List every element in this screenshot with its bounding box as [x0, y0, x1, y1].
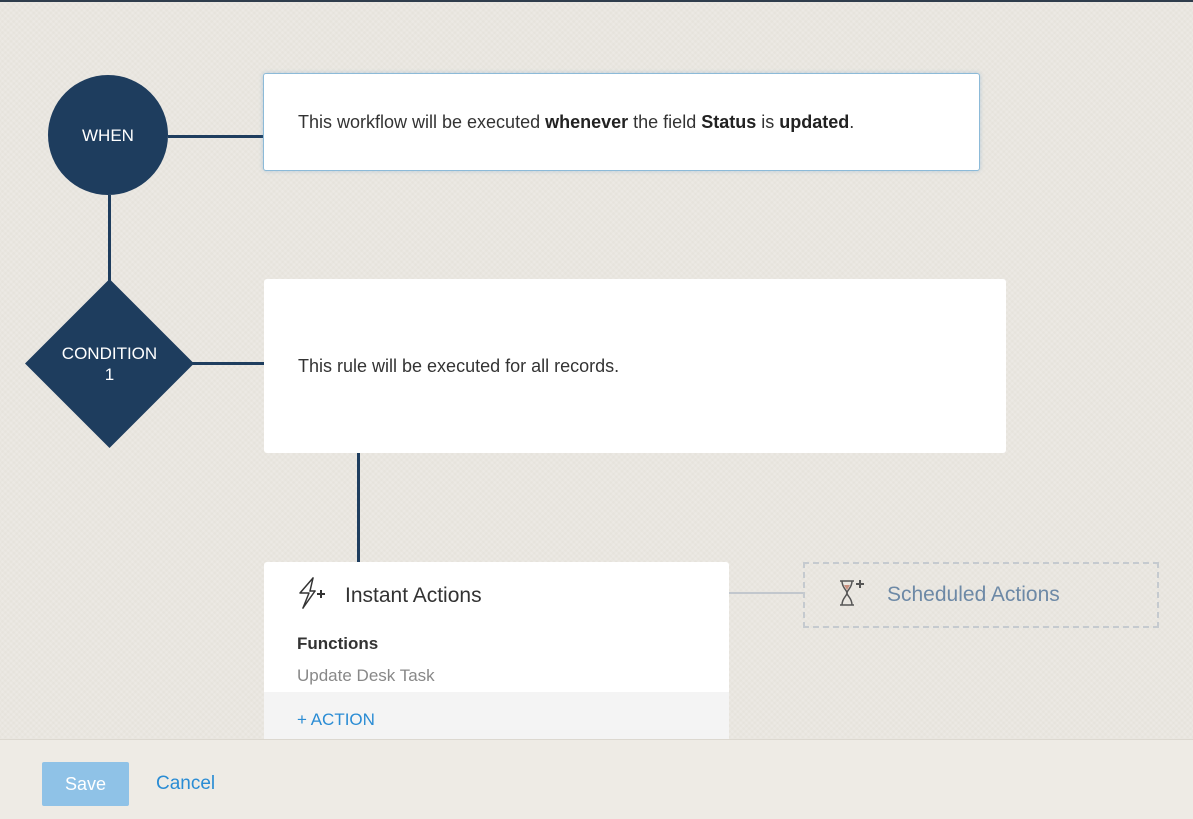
scheduled-actions-button[interactable]: Scheduled Actions [803, 562, 1159, 628]
function-item-update-desk-task[interactable]: Update Desk Task [297, 666, 435, 686]
condition-node[interactable]: CONDITION 1 [25, 279, 194, 448]
instant-actions-card: Instant Actions Functions Update Desk Ta… [264, 562, 729, 742]
when-node-label: WHEN [82, 125, 134, 145]
condition-label-line2: 1 [104, 364, 115, 384]
functions-heading: Functions [297, 634, 379, 653]
condition-node-label: CONDITION 1 [62, 343, 157, 385]
connector-when-to-condition [108, 195, 111, 283]
hourglass-plus-icon [837, 578, 867, 613]
top-border [0, 0, 1193, 2]
scheduled-actions-title: Scheduled Actions [887, 583, 1060, 606]
instant-actions-title: Instant Actions [345, 583, 482, 607]
connector-condition-to-card [190, 362, 264, 365]
when-description: This workflow will be executed whenever … [298, 111, 855, 132]
add-action-bar: + ACTION [264, 692, 729, 742]
lightning-plus-icon [297, 576, 329, 615]
condition-label-line1: CONDITION [61, 343, 158, 363]
when-node[interactable]: WHEN [48, 75, 168, 195]
cancel-link[interactable]: Cancel [156, 773, 215, 795]
footer-bar: Save Cancel [0, 739, 1193, 819]
when-card[interactable]: This workflow will be executed whenever … [263, 73, 980, 171]
save-button[interactable]: Save [42, 762, 129, 806]
connector-condition-to-actions [357, 453, 360, 562]
instant-actions-header[interactable]: Instant Actions [297, 576, 482, 615]
condition-description: This rule will be executed for all recor… [298, 355, 620, 376]
add-action-link[interactable]: + ACTION [297, 710, 375, 730]
connector-when-to-card [168, 135, 263, 138]
connector-instant-to-scheduled [729, 592, 803, 594]
condition-card[interactable]: This rule will be executed for all recor… [264, 279, 1006, 453]
